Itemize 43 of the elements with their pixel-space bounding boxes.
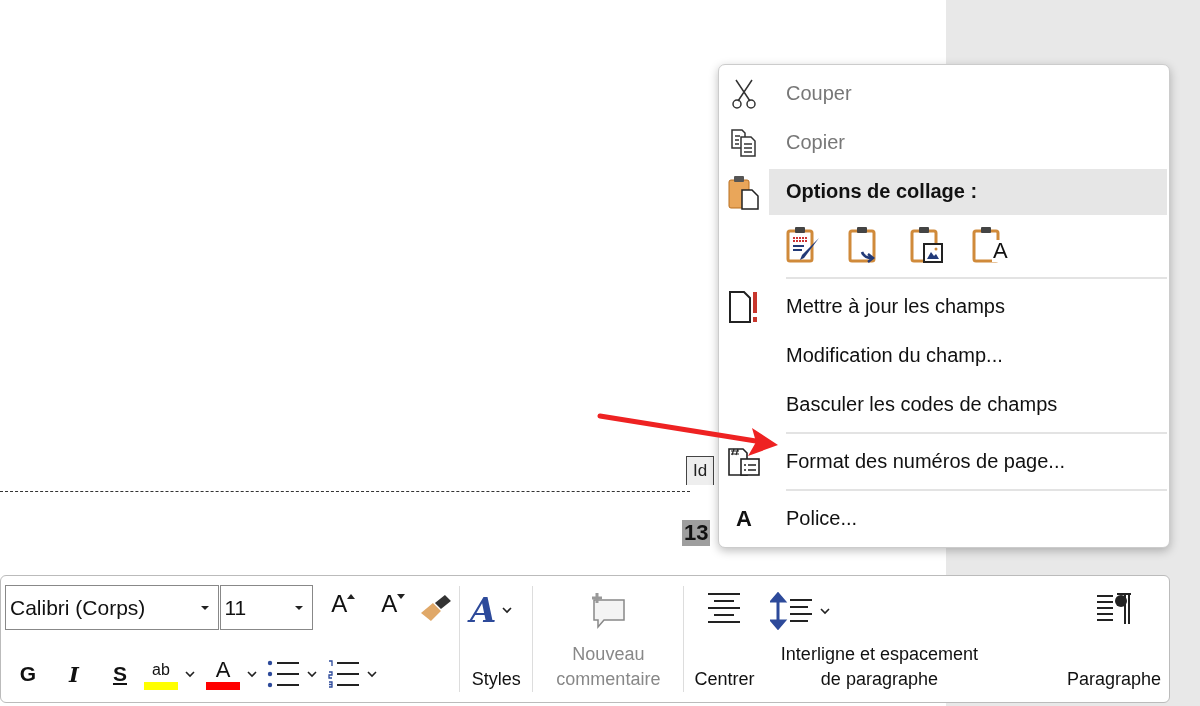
caret-icon[interactable]: [199, 604, 210, 611]
caret-icon[interactable]: [820, 607, 831, 615]
line-spacing-button[interactable]: Interligne et espacement de paragraphe: [762, 580, 997, 698]
numbered-list-icon[interactable]: [327, 659, 361, 689]
caret-icon[interactable]: [247, 670, 257, 678]
underline-button[interactable]: S: [97, 656, 143, 692]
italic-button[interactable]: I: [51, 656, 97, 692]
paste-picture-icon[interactable]: [910, 226, 946, 264]
font-color-button[interactable]: A: [205, 658, 241, 690]
caret-icon[interactable]: [185, 670, 195, 678]
menu-item[interactable]: Police...: [769, 507, 858, 530]
down-triangle-icon: [397, 593, 406, 599]
paragraph-icon: [1094, 592, 1133, 626]
caret-icon[interactable]: [294, 604, 305, 611]
bullet-list-icon[interactable]: [267, 659, 301, 689]
caret-icon[interactable]: [367, 670, 377, 678]
font-name-field[interactable]: Calibri (Corps): [5, 585, 219, 630]
menu-item[interactable]: Format des numéros de page...: [769, 450, 1066, 473]
bold-button[interactable]: G: [5, 656, 51, 692]
highlight-color-button[interactable]: ab: [143, 658, 179, 690]
document-warning-icon: [728, 289, 760, 324]
line-spacing-icon: [770, 592, 815, 630]
align-center-icon: [706, 592, 743, 626]
page-number: 13: [682, 520, 711, 546]
header-tab-label: Id: [686, 456, 715, 485]
paragraph-button[interactable]: Paragraphe: [1058, 580, 1169, 698]
menu-item[interactable]: Modification du champ...: [769, 344, 1003, 367]
up-triangle-icon: [347, 593, 356, 599]
menu-section-header: Options de collage :: [769, 168, 1167, 215]
menu-item[interactable]: Basculer les codes de champs: [769, 393, 1058, 416]
caret-icon[interactable]: [307, 670, 317, 678]
scissors-icon: [731, 78, 757, 109]
center-button[interactable]: Centrer: [686, 580, 763, 698]
shrink-font-button[interactable]: A: [373, 589, 414, 626]
copy-icon: [730, 127, 758, 158]
clipboard-icon: [728, 173, 760, 210]
caret-icon[interactable]: [502, 606, 513, 614]
styles-button[interactable]: A Styles: [462, 580, 531, 698]
font-size-field[interactable]: 11: [219, 585, 314, 630]
format-painter-icon[interactable]: [419, 592, 453, 623]
grow-font-button[interactable]: A: [323, 589, 364, 626]
menu-item[interactable]: Mettre à jour les champs: [769, 295, 1005, 318]
font-icon: A: [736, 505, 752, 532]
